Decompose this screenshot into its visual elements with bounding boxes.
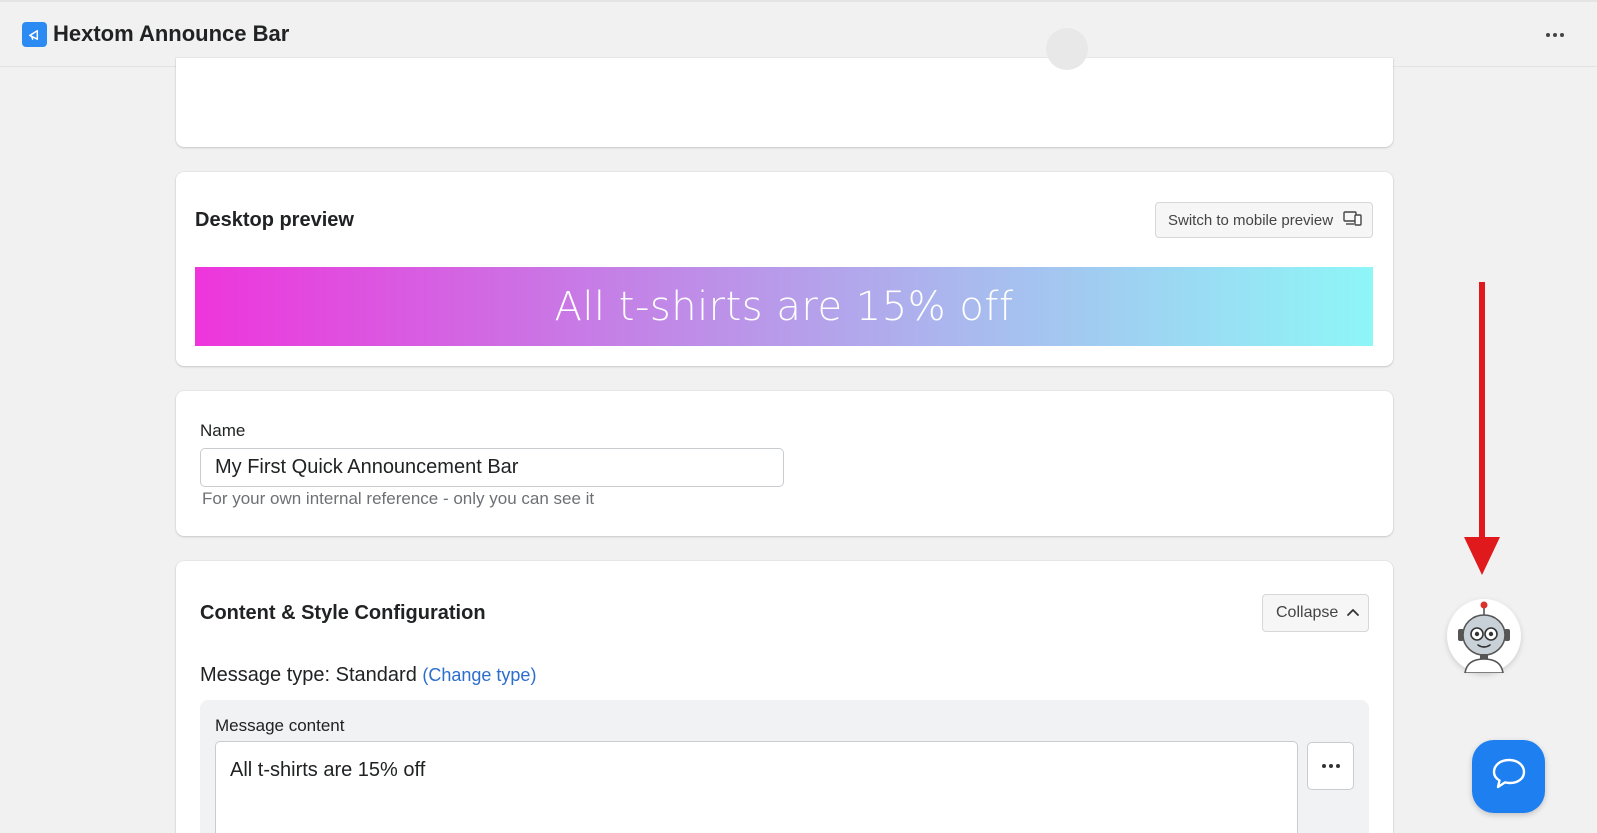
collapse-button[interactable]: Collapse [1262, 594, 1369, 632]
support-chat-button[interactable] [1472, 740, 1545, 813]
collapse-label: Collapse [1276, 604, 1339, 621]
desktop-preview-card: Desktop preview Switch to mobile preview… [176, 172, 1393, 366]
chat-bubble-icon [1491, 757, 1527, 796]
message-content-panel: Message content All t-shirts are 15% off [200, 700, 1369, 833]
chevron-up-icon [1346, 604, 1360, 622]
hextom-logo-icon [22, 22, 47, 47]
message-type-row: Message type: Standard (Change type) [200, 664, 536, 687]
annotation-arrow-icon [1464, 282, 1500, 575]
name-help-text: For your own internal reference - only y… [202, 489, 595, 508]
switch-to-mobile-button[interactable]: Switch to mobile preview [1155, 202, 1373, 238]
app-header: Hextom Announce Bar [0, 0, 1597, 67]
switch-button-label: Switch to mobile preview [1168, 211, 1334, 229]
change-type-link[interactable]: (Change type) [422, 665, 536, 685]
robot-assistant-icon[interactable] [1447, 599, 1521, 674]
avatar [1046, 28, 1088, 70]
more-actions-icon[interactable] [1540, 24, 1570, 46]
content-style-card: Content & Style Configuration Collapse M… [176, 561, 1393, 833]
config-title: Content & Style Configuration [200, 602, 486, 624]
message-type-value: Standard [335, 664, 417, 686]
message-type-label: Message type: [200, 664, 331, 686]
name-field[interactable]: My First Quick Announcement Bar [200, 448, 784, 487]
message-content-label: Message content [215, 716, 345, 735]
name-card: Name My First Quick Announcement Bar For… [176, 391, 1393, 536]
devices-icon [1343, 210, 1363, 230]
scrolled-card [176, 28, 1393, 147]
preview-title: Desktop preview [195, 209, 354, 231]
name-label: Name [200, 421, 246, 440]
banner-text: All t-shirts are 15% off [554, 283, 1014, 330]
content-options-button[interactable] [1307, 742, 1354, 790]
app-title: Hextom Announce Bar [53, 21, 290, 46]
message-content-input[interactable]: All t-shirts are 15% off [215, 741, 1298, 833]
announcement-bar-preview: All t-shirts are 15% off [195, 267, 1373, 346]
